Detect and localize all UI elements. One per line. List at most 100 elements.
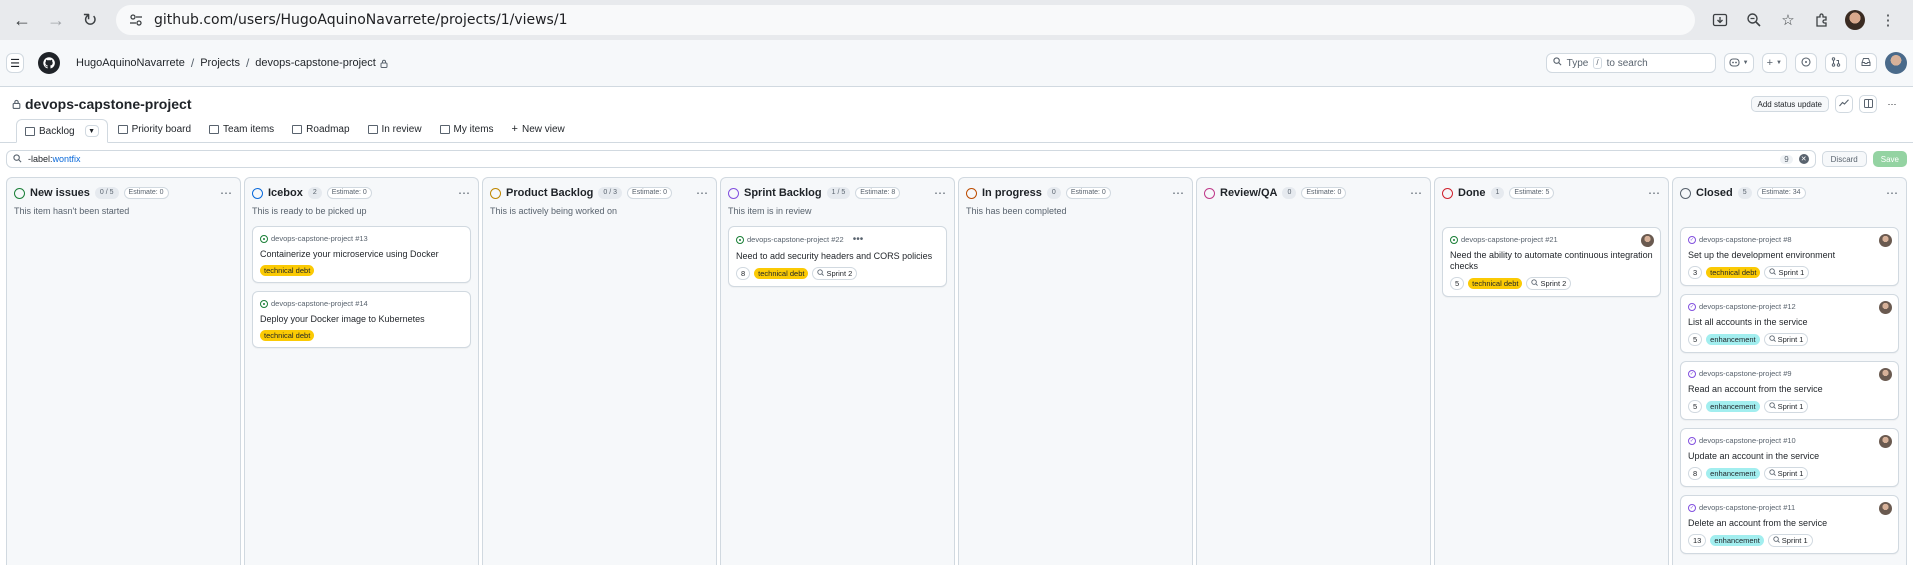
assignee-avatar[interactable] bbox=[1879, 502, 1892, 515]
label-technical-debt[interactable]: technical debt bbox=[754, 268, 809, 279]
issue-card[interactable]: devops-capstone-project #22 ••• Need to ad… bbox=[728, 226, 947, 287]
card-title[interactable]: Containerize your microservice using Doc… bbox=[260, 249, 463, 260]
forward-arrow-icon[interactable]: → bbox=[42, 6, 70, 34]
card-reference: devops-capstone-project #21 bbox=[1450, 235, 1653, 244]
hamburger-menu-icon[interactable]: ☰ bbox=[6, 53, 24, 73]
tab-backlog[interactable]: Backlog ▼ bbox=[16, 119, 108, 143]
card-ref-text[interactable]: devops-capstone-project #13 bbox=[271, 234, 368, 243]
sprint-badge: Sprint 1 bbox=[1763, 400, 1809, 413]
card-ref-text[interactable]: devops-capstone-project #14 bbox=[271, 299, 368, 308]
project-more-button[interactable]: ⋯ bbox=[1883, 95, 1901, 113]
board-column: Review/QA 0 Estimate: 0 ⋯ bbox=[1196, 177, 1431, 565]
zoom-icon[interactable] bbox=[1743, 9, 1765, 31]
tab-label: Team items bbox=[223, 123, 275, 135]
assignee-avatar[interactable] bbox=[1879, 368, 1892, 381]
user-avatar[interactable] bbox=[1885, 52, 1907, 74]
issue-card[interactable]: ✓ devops-capstone-project #10 Update an ac… bbox=[1680, 428, 1899, 487]
filter-value: wontfix bbox=[52, 154, 81, 164]
card-ref-text[interactable]: devops-capstone-project #9 bbox=[1699, 369, 1792, 378]
column-menu-icon[interactable]: ⋯ bbox=[458, 186, 471, 200]
tab-label: My items bbox=[453, 123, 494, 135]
card-ref-text[interactable]: devops-capstone-project #21 bbox=[1461, 235, 1558, 244]
card-ref-text[interactable]: devops-capstone-project #10 bbox=[1699, 436, 1796, 445]
label-enhancement[interactable]: enhancement bbox=[1710, 535, 1764, 546]
label-technical-debt[interactable]: technical debt bbox=[260, 265, 315, 276]
save-button[interactable]: Save bbox=[1872, 151, 1907, 167]
column-estimate: Estimate: 0 bbox=[627, 187, 673, 199]
extensions-icon[interactable] bbox=[1811, 9, 1833, 31]
tab-team-items[interactable]: Team items bbox=[201, 118, 282, 142]
status-circle-icon bbox=[966, 187, 977, 199]
issue-card[interactable]: ✓ devops-capstone-project #11 Delete an ac… bbox=[1680, 495, 1899, 554]
insights-button[interactable] bbox=[1835, 95, 1853, 113]
card-title[interactable]: Read an account from the service bbox=[1688, 384, 1891, 395]
back-arrow-icon[interactable]: ← bbox=[8, 6, 36, 34]
issue-card[interactable]: devops-capstone-project #21 Need the abil… bbox=[1442, 227, 1661, 297]
issue-card[interactable]: devops-capstone-project #14 Deploy your D… bbox=[252, 291, 471, 348]
card-more-icon[interactable]: ••• bbox=[853, 234, 864, 245]
breadcrumb-user[interactable]: HugoAquinoNavarrete bbox=[76, 57, 185, 69]
column-menu-icon[interactable]: ⋯ bbox=[934, 186, 947, 200]
assignee-avatar[interactable] bbox=[1879, 301, 1892, 314]
card-title[interactable]: Delete an account from the service bbox=[1688, 518, 1891, 529]
reload-icon[interactable]: ↻ bbox=[76, 6, 104, 34]
card-title[interactable]: Need the ability to automate continuous … bbox=[1450, 250, 1653, 272]
column-menu-icon[interactable]: ⋯ bbox=[696, 186, 709, 200]
label-enhancement[interactable]: enhancement bbox=[1706, 401, 1760, 412]
card-ref-text[interactable]: devops-capstone-project #22 bbox=[747, 235, 844, 244]
column-menu-icon[interactable]: ⋯ bbox=[1410, 186, 1423, 200]
tab-roadmap[interactable]: Roadmap bbox=[284, 118, 357, 142]
issue-card[interactable]: devops-capstone-project #13 Containerize … bbox=[252, 226, 471, 283]
pull-requests-button[interactable] bbox=[1825, 53, 1847, 73]
tab-in-review[interactable]: In review bbox=[360, 118, 430, 142]
issues-button[interactable] bbox=[1795, 53, 1817, 73]
install-app-icon[interactable] bbox=[1709, 9, 1731, 31]
inbox-button[interactable] bbox=[1855, 53, 1877, 73]
card-title[interactable]: Deploy your Docker image to Kubernetes bbox=[260, 314, 463, 325]
card-title[interactable]: List all accounts in the service bbox=[1688, 317, 1891, 328]
clear-filter-icon[interactable]: ✕ bbox=[1798, 154, 1809, 164]
assignee-avatar[interactable] bbox=[1641, 234, 1654, 247]
label-technical-debt[interactable]: technical debt bbox=[1468, 278, 1523, 289]
breadcrumb-project[interactable]: devops-capstone-project bbox=[255, 57, 375, 69]
column-menu-icon[interactable]: ⋯ bbox=[220, 186, 233, 200]
assignee-avatar[interactable] bbox=[1879, 435, 1892, 448]
issue-card[interactable]: ✓ devops-capstone-project #12 List all acc… bbox=[1680, 294, 1899, 353]
assignee-avatar[interactable] bbox=[1879, 234, 1892, 247]
card-ref-text[interactable]: devops-capstone-project #12 bbox=[1699, 302, 1796, 311]
label-technical-debt[interactable]: technical debt bbox=[1706, 267, 1761, 278]
global-search-input[interactable]: Type / to search bbox=[1545, 53, 1716, 73]
tab-priority-board[interactable]: Priority board bbox=[110, 118, 199, 142]
menu-kebab-icon[interactable]: ⋮ bbox=[1877, 9, 1899, 31]
add-status-update-button[interactable]: Add status update bbox=[1750, 96, 1829, 112]
card-title[interactable]: Set up the development environment bbox=[1688, 250, 1891, 261]
bookmark-star-icon[interactable]: ☆ bbox=[1777, 9, 1799, 31]
site-settings-icon[interactable] bbox=[128, 12, 144, 28]
issue-card[interactable]: ✓ devops-capstone-project #9 Read an accou… bbox=[1680, 361, 1899, 420]
create-new-button[interactable]: + ▼ bbox=[1761, 53, 1787, 73]
profile-avatar[interactable] bbox=[1845, 10, 1865, 30]
new-view-button[interactable]: + New view bbox=[504, 118, 573, 142]
table-view-icon bbox=[367, 124, 378, 134]
label-technical-debt[interactable]: technical debt bbox=[260, 330, 315, 341]
issue-card[interactable]: ✓ devops-capstone-project #8 Set up the de… bbox=[1680, 227, 1899, 286]
workflows-button[interactable] bbox=[1859, 95, 1877, 113]
copilot-button[interactable]: ▼ bbox=[1723, 53, 1754, 73]
filter-input[interactable]: -label:wontfix 9 ✕ bbox=[6, 150, 1816, 168]
github-logo-icon[interactable] bbox=[38, 52, 60, 74]
view-options-button[interactable]: ▼ bbox=[84, 125, 99, 137]
column-menu-icon[interactable]: ⋯ bbox=[1886, 186, 1899, 200]
discard-button[interactable]: Discard bbox=[1821, 151, 1867, 167]
card-ref-text[interactable]: devops-capstone-project #11 bbox=[1699, 503, 1795, 512]
label-enhancement[interactable]: enhancement bbox=[1706, 334, 1760, 345]
card-ref-text[interactable]: devops-capstone-project #8 bbox=[1699, 235, 1792, 244]
column-menu-icon[interactable]: ⋯ bbox=[1172, 186, 1185, 200]
card-title[interactable]: Update an account in the service bbox=[1688, 451, 1891, 462]
card-title[interactable]: Need to add security headers and CORS po… bbox=[736, 251, 939, 262]
tab-my-items[interactable]: My items bbox=[432, 118, 502, 142]
column-name: Closed bbox=[1696, 187, 1733, 199]
column-menu-icon[interactable]: ⋯ bbox=[1648, 186, 1661, 200]
address-bar[interactable]: github.com/users/HugoAquinoNavarrete/pro… bbox=[116, 5, 1695, 35]
label-enhancement[interactable]: enhancement bbox=[1706, 468, 1760, 479]
breadcrumb-projects[interactable]: Projects bbox=[200, 57, 240, 69]
